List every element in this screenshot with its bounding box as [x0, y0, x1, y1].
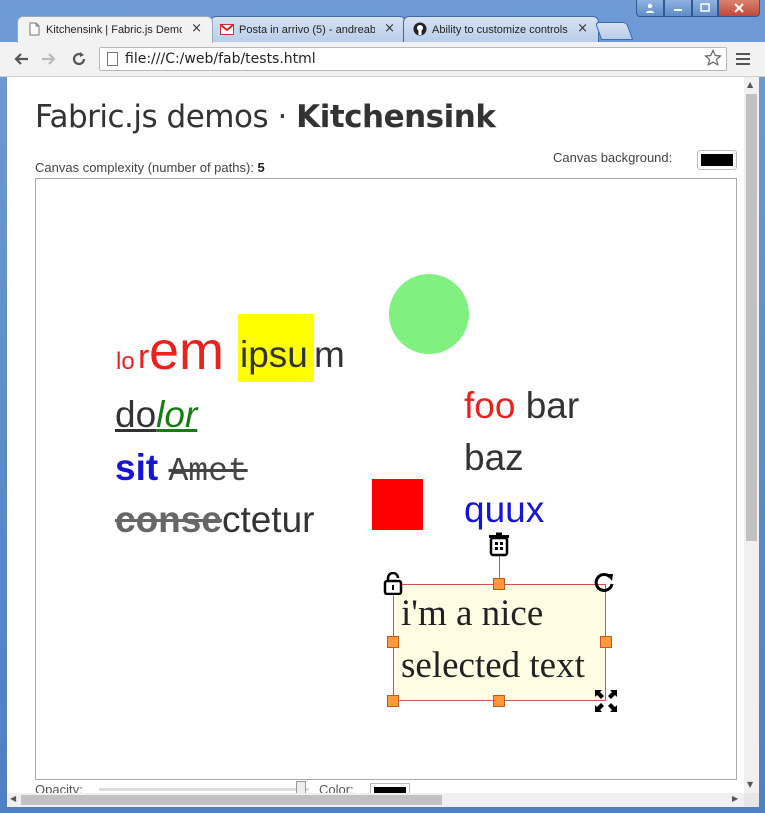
selected-text-line-1: i'm a nice: [401, 593, 544, 634]
new-tab-button[interactable]: [594, 22, 634, 40]
text-consectetur[interactable]: consectetur: [115, 501, 314, 538]
text-part: foo: [464, 385, 516, 426]
red-square[interactable]: [372, 479, 423, 530]
color-label: Color:: [319, 782, 354, 793]
text-part: baz: [464, 437, 524, 478]
text-part: sit: [115, 447, 159, 488]
selected-text-line-2: selected text: [401, 645, 585, 686]
scrollbar-corner: [744, 793, 759, 807]
forward-icon[interactable]: [38, 48, 60, 70]
resize-handle-top[interactable]: [493, 578, 505, 590]
scroll-up-icon[interactable]: ▲: [747, 80, 753, 89]
text-part: conse: [115, 499, 222, 540]
gmail-icon: [220, 22, 234, 36]
background-color-swatch: [701, 154, 733, 166]
text-part: do: [115, 394, 157, 435]
maximize-icon[interactable]: [692, 0, 718, 17]
text-baz[interactable]: baz: [464, 439, 524, 476]
background-color-picker[interactable]: [697, 150, 737, 170]
text-part: bar: [515, 385, 580, 426]
horizontal-scrollbar[interactable]: ◀ ▶: [7, 793, 744, 807]
tab-label: Kitchensink | Fabric.js Demos: [46, 24, 182, 36]
text-part: quux: [464, 489, 545, 530]
tab-kitchensink[interactable]: Kitchensink | Fabric.js Demos ×: [17, 16, 213, 43]
tab-github[interactable]: Ability to customize controls ×: [403, 16, 599, 42]
tab-label: Ability to customize controls: [432, 23, 568, 36]
text-part: ipsu: [240, 334, 308, 375]
text-part: Amet: [168, 453, 248, 490]
tab-gmail[interactable]: Posta in arrivo (5) - andreab ×: [210, 16, 406, 42]
bookmark-star-icon[interactable]: [704, 49, 722, 72]
scroll-right-icon[interactable]: ▶: [732, 794, 738, 803]
github-icon: [413, 22, 427, 36]
page-title-bold: Kitchensink: [296, 99, 496, 135]
opacity-label: Opacity:: [35, 782, 83, 793]
text-part: em: [149, 321, 225, 381]
complexity-info: Canvas complexity (number of paths): 5: [35, 160, 265, 175]
text-sit-amet[interactable]: sit Amet: [115, 449, 248, 488]
green-circle[interactable]: [389, 274, 469, 354]
back-icon[interactable]: [10, 48, 32, 70]
text-part: m: [314, 334, 345, 375]
resize-handle-right[interactable]: [600, 636, 612, 648]
browser-toolbar: file:///C:/web/fab/tests.html: [0, 42, 765, 77]
vertical-scrollbar[interactable]: ▲ ▼: [744, 77, 759, 793]
complexity-value: 5: [257, 160, 265, 175]
page-icon: [107, 52, 118, 66]
menu-icon[interactable]: [736, 53, 750, 68]
trash-icon[interactable]: [487, 532, 511, 557]
tab-close-icon[interactable]: ×: [191, 21, 202, 36]
page-content: Fabric.js demos · Kitchensink Canvas com…: [7, 77, 744, 793]
opacity-slider-handle[interactable]: [296, 781, 306, 793]
tab-strip: Kitchensink | Fabric.js Demos × Posta in…: [0, 0, 765, 43]
background-label: Canvas background:: [553, 150, 673, 165]
text-part: lor: [156, 394, 198, 435]
user-icon[interactable]: [636, 0, 664, 17]
scroll-left-icon[interactable]: ◀: [10, 794, 16, 803]
reload-icon[interactable]: [68, 48, 90, 70]
minimize-icon[interactable]: [664, 0, 692, 17]
complexity-label: Canvas complexity (number of paths):: [35, 160, 258, 175]
text-foo-bar[interactable]: foo bar: [464, 387, 579, 424]
rotate-icon[interactable]: [593, 572, 615, 594]
scale-icon[interactable]: [593, 688, 619, 714]
address-bar[interactable]: file:///C:/web/fab/tests.html: [99, 47, 727, 71]
text-dolor[interactable]: dolor: [115, 396, 197, 433]
text-part: r: [138, 338, 150, 376]
tab-close-icon[interactable]: ×: [384, 21, 395, 36]
text-part: [158, 447, 168, 488]
close-icon[interactable]: [718, 0, 760, 17]
selected-text-object[interactable]: i'm a nice selected text: [393, 584, 606, 701]
resize-handle-left[interactable]: [387, 636, 399, 648]
text-part: ctetur: [221, 499, 315, 540]
color-picker[interactable]: [370, 783, 410, 793]
text-part: lo: [116, 348, 135, 375]
scroll-down-icon[interactable]: ▼: [747, 780, 753, 789]
lock-icon[interactable]: [383, 571, 403, 596]
vertical-scroll-thumb[interactable]: [746, 94, 757, 541]
browser-window: Kitchensink | Fabric.js Demos × Posta in…: [0, 0, 765, 813]
tab-label: Posta in arrivo (5) - andreab: [239, 23, 375, 36]
fabric-canvas[interactable]: lo r em ipsu m dolor sit Amet consectetu…: [35, 178, 737, 780]
page-title: Fabric.js demos · Kitchensink: [35, 99, 496, 135]
horizontal-scroll-thumb[interactable]: [21, 795, 442, 805]
page-icon: [27, 22, 41, 36]
resize-handle-bottom[interactable]: [493, 695, 505, 707]
opacity-slider[interactable]: [99, 788, 309, 791]
text-quux[interactable]: quux: [464, 491, 544, 528]
address-text: file:///C:/web/fab/tests.html: [125, 51, 316, 67]
tab-close-icon[interactable]: ×: [577, 21, 588, 36]
resize-handle-bottom-left[interactable]: [387, 695, 399, 707]
page-title-prefix: Fabric.js demos ·: [35, 99, 297, 135]
